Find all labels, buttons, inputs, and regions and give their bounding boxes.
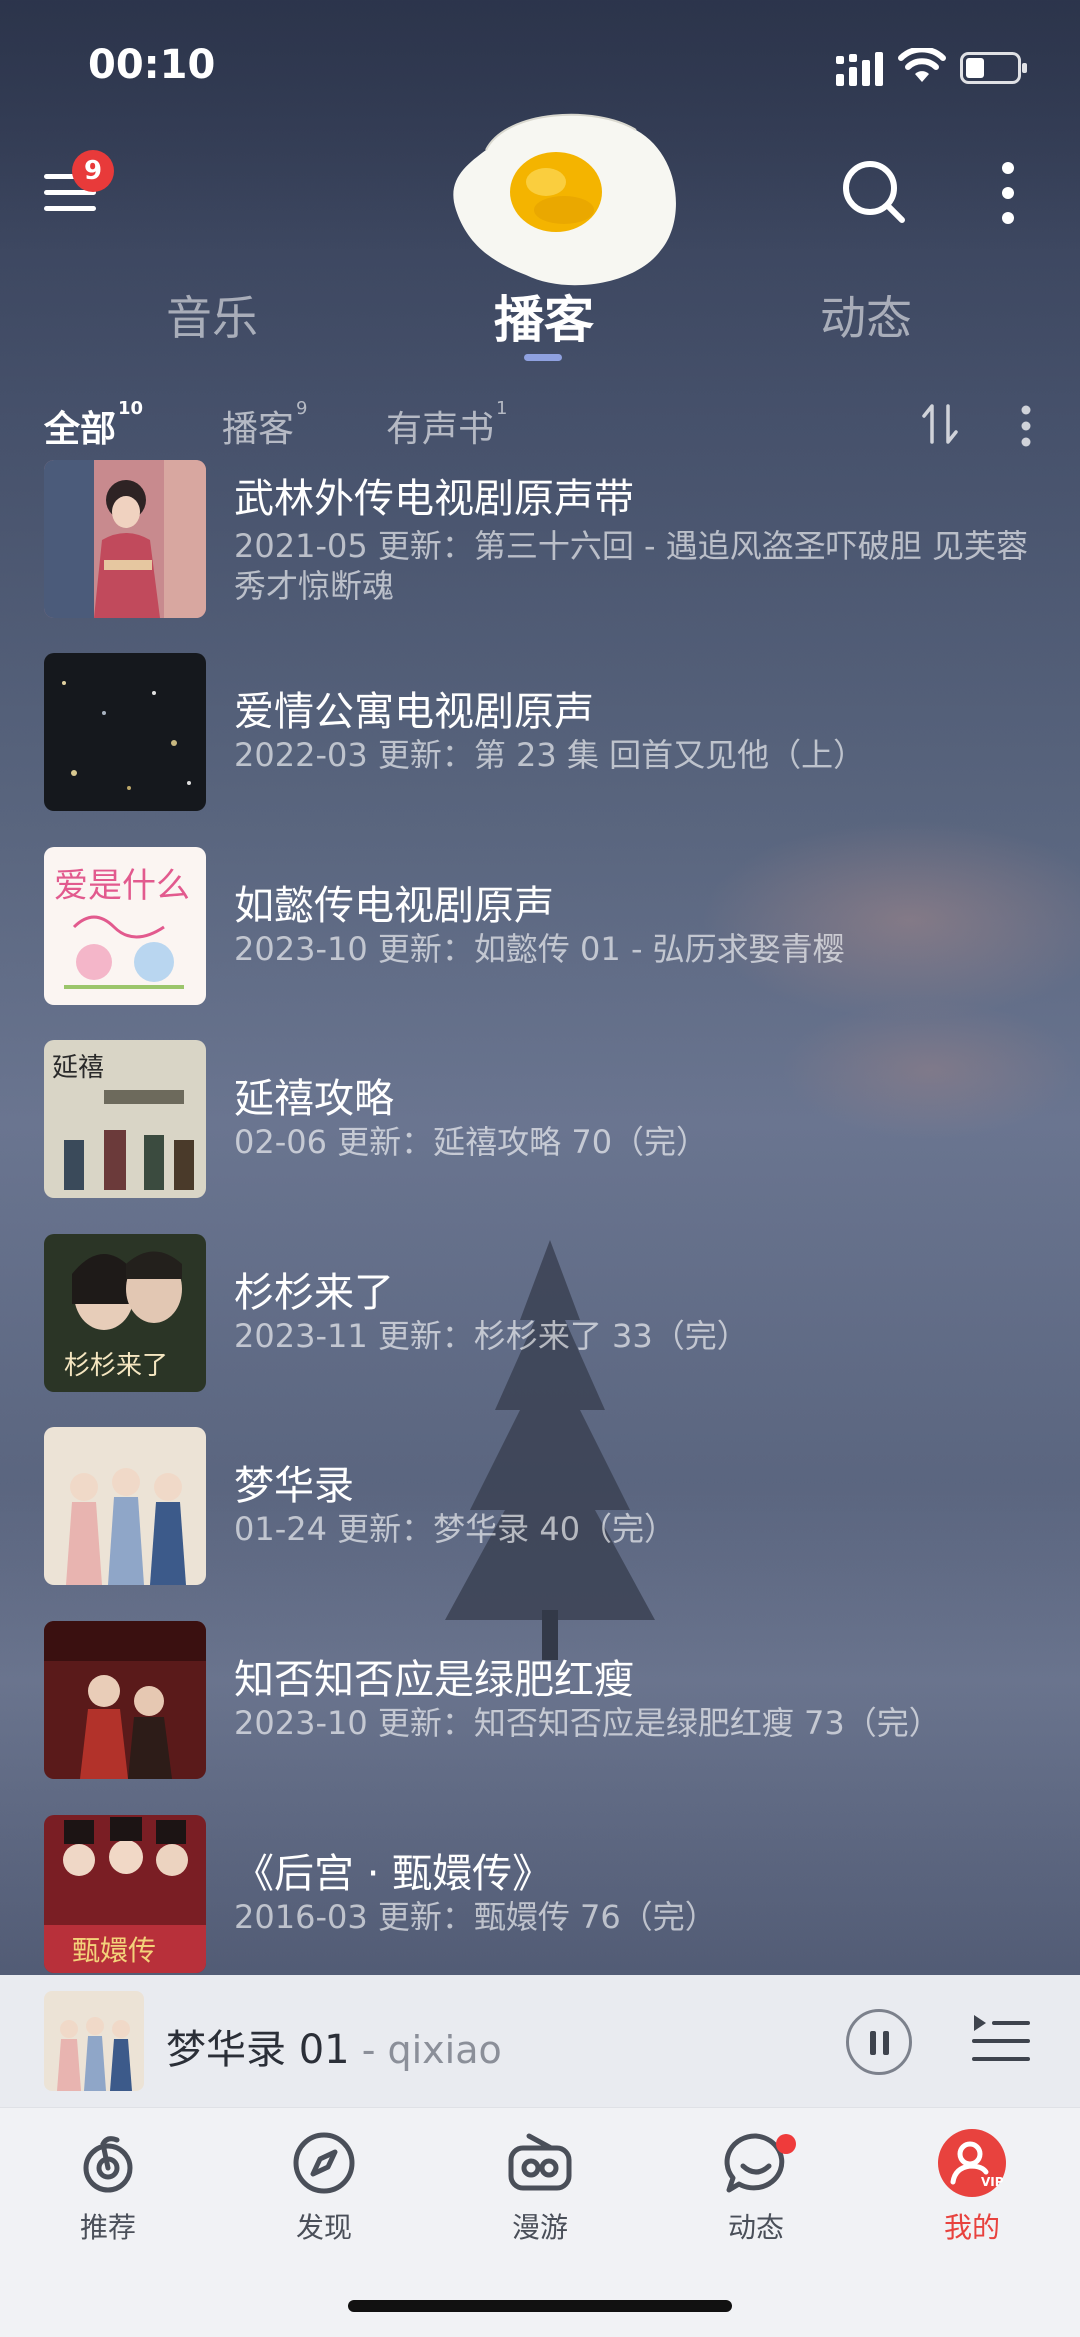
playlist-icon[interactable] [970,2013,1032,2069]
subtab-podcast[interactable]: 播客9 [222,398,308,452]
item-title: 知否知否应是绿肥红瘦 [234,1657,634,1703]
subtab-audiobook-count: 1 [496,398,508,419]
svg-text:爱是什么: 爱是什么 [54,866,190,906]
list-more-icon[interactable] [1020,404,1032,448]
nav-recommend[interactable]: 推荐 [38,2128,178,2278]
svg-text:延禧: 延禧 [52,1053,104,1083]
aiqing-cover [44,653,206,811]
battery-icon [960,52,1027,84]
menghua-cover [44,1427,206,1585]
svg-text:杉杉来了: 杉杉来了 [64,1351,168,1381]
list-item[interactable]: 杉杉来了 杉杉来了 2023-11 更新：杉杉来了 33（完） [0,1234,1080,1399]
subtab-podcast-count: 9 [296,398,308,419]
item-title: 如懿传电视剧原声 [234,883,554,929]
home-indicator [348,2300,732,2312]
nav-mine[interactable]: VIP 我的 [902,2128,1042,2278]
notification-dot [776,2134,796,2154]
compass-icon [293,2132,355,2194]
tab-indicator [524,354,562,361]
item-subtitle: 2021-05 更新：第三十六回 - 遇追风盗圣吓破胆 见芙蓉秀才惊断魂 [234,527,1028,605]
item-subtitle: 2023-11 更新：杉杉来了 33（完） [234,1317,749,1355]
nav-roam-label: 漫游 [511,2211,568,2244]
pause-bar-right [883,2031,889,2055]
item-subtitle: 2022-03 更新：第 23 集 回首又见他（上） [234,736,866,774]
nav-activity-label: 动态 [727,2211,784,2244]
podcast-list: 武林外传电视剧原声带 2021-05 更新：第三十六回 - 遇追风盗圣吓破胆 见… [0,460,1080,1975]
player-track-title: 梦华录 01 [166,2027,350,2073]
nav-roam[interactable]: 漫游 [470,2128,610,2278]
shanshan-cover: 杉杉来了 [44,1234,206,1392]
notification-badge: 9 [72,150,114,192]
svg-text:VIP: VIP [981,2175,1004,2189]
search-icon[interactable] [840,158,906,224]
list-item[interactable]: 知否知否应是绿肥红瘦 2023-10 更新：知否知否应是绿肥红瘦 73（完） [0,1621,1080,1786]
nav-activity[interactable]: 动态 [686,2128,826,2278]
list-item[interactable]: 爱情公寓电视剧原声 2022-03 更新：第 23 集 回首又见他（上） [0,653,1080,818]
zhenhuan-cover: 甄嬛传 [44,1815,206,1973]
nav-recommend-label: 推荐 [79,2211,136,2244]
list-item[interactable]: 梦华录 01-24 更新：梦华录 40（完） [0,1427,1080,1592]
tab-podcast[interactable]: 播客 [494,280,594,352]
item-subtitle: 2016-03 更新：甄嬛传 76（完） [234,1898,717,1936]
cellular-signal-icon [836,52,883,86]
pause-bar-left [870,2031,876,2055]
wulin-cover [44,460,206,618]
list-item[interactable]: 爱是什么 如懿传电视剧原声 2023-10 更新：如懿传 01 - 弘历求娶青樱 [0,847,1080,1012]
subtab-audiobook-label: 有声书 [386,409,495,450]
tab-music[interactable]: 音乐 [166,282,258,348]
status-time: 00:10 [88,42,216,88]
yanxi-cover: 延禧 [44,1040,206,1198]
item-title: 梦华录 [234,1463,354,1509]
tab-activity[interactable]: 动态 [820,282,912,348]
list-item[interactable]: 延禧 延禧攻略 02-06 更新：延禧攻略 70（完） [0,1040,1080,1205]
svg-text:甄嬛传: 甄嬛传 [72,1934,156,1967]
player-cover[interactable] [44,1991,144,2091]
player-track-info[interactable]: 梦华录 01 - qixiao [166,2017,502,2075]
mini-player[interactable]: 梦华录 01 - qixiao [0,1975,1080,2107]
item-title: 武林外传电视剧原声带 [234,476,634,522]
subtab-all-count: 10 [118,398,144,419]
item-title: 延禧攻略 [234,1076,394,1122]
sort-icon[interactable] [920,402,960,446]
profile-vip-icon: VIP [938,2129,1006,2197]
recommend-icon [83,2136,133,2193]
item-subtitle: 2023-10 更新：知否知否应是绿肥红瘦 73（完） [234,1704,941,1742]
list-item[interactable]: 武林外传电视剧原声带 2021-05 更新：第三十六回 - 遇追风盗圣吓破胆 见… [0,460,1080,625]
radio-icon [508,2133,572,2191]
nav-discover-label: 发现 [295,2211,352,2244]
subtab-audiobook[interactable]: 有声书1 [386,398,508,452]
more-options-icon[interactable] [998,160,1018,226]
ruyi-cover: 爱是什么 [44,847,206,1005]
subtab-podcast-label: 播客 [222,409,295,450]
item-subtitle: 2023-10 更新：如懿传 01 - 弘历求娶青樱 [234,930,845,968]
item-subtitle: 01-24 更新：梦华录 40（完） [234,1510,677,1548]
pause-button[interactable] [846,2009,912,2075]
item-subtitle: 02-06 更新：延禧攻略 70（完） [234,1123,709,1161]
item-title: 杉杉来了 [234,1270,394,1316]
list-item[interactable]: 甄嬛传 《后宫 · 甄嬛传》 2016-03 更新：甄嬛传 76（完） [0,1815,1080,1975]
nav-mine-label: 我的 [943,2211,1000,2244]
fried-egg-avatar[interactable] [446,110,686,290]
item-title: 爱情公寓电视剧原声 [234,689,594,735]
player-artist: - qixiao [349,2028,502,2072]
wifi-icon [898,48,946,82]
nav-discover[interactable]: 发现 [254,2128,394,2278]
subtab-all[interactable]: 全部10 [44,398,144,452]
subtab-all-label: 全部 [44,409,117,450]
zhifou-cover [44,1621,206,1779]
item-title: 《后宫 · 甄嬛传》 [234,1851,553,1897]
